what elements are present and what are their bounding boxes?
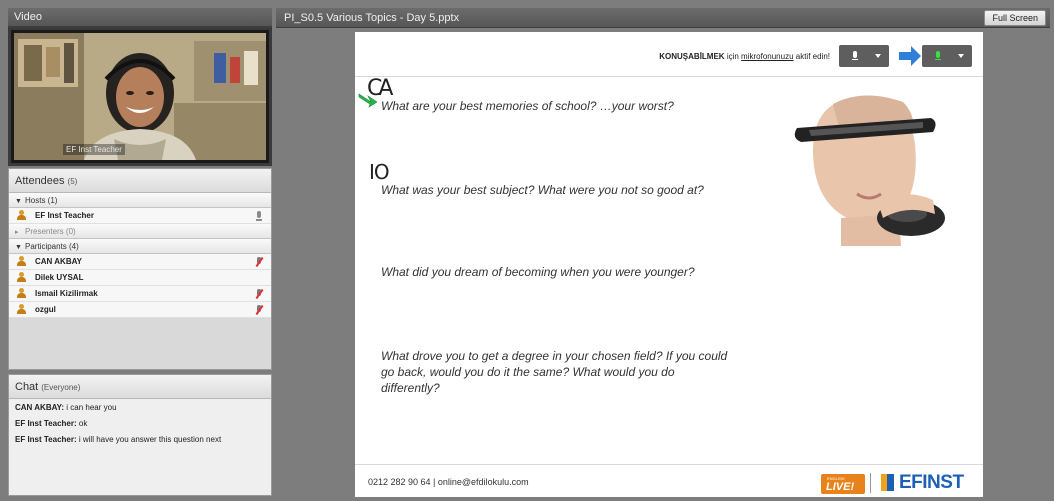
chat-title: Chat xyxy=(15,381,39,393)
question-4-line: go back, would you do it the same? What … xyxy=(381,365,675,379)
microphone-notice: KONUŞABİLMEK için mikrofonunuzu aktif ed… xyxy=(659,52,830,61)
hosts-group-label: Hosts (1) xyxy=(25,196,58,205)
person-icon xyxy=(17,256,26,266)
question-4-line: differently? xyxy=(381,381,440,395)
video-pod: Video EF Inst Teacher xyxy=(8,8,272,166)
live-badge-text: LIVE! xyxy=(826,481,855,493)
slide-question-1: What are your best memories of school? …… xyxy=(381,99,674,113)
handwritten-annotation: IO xyxy=(369,160,390,184)
slide-footer: 0212 282 90 64 | online@efdilokulu.com E… xyxy=(355,464,983,497)
collapsed-triangle-icon: ▸ xyxy=(15,229,19,236)
mic-muted-icon xyxy=(255,289,263,299)
efinst-logo-text: EFINST xyxy=(899,472,964,493)
chat-scope[interactable]: (Everyone) xyxy=(41,383,80,392)
chat-sender: CAN AKBAY: xyxy=(15,403,65,412)
presenters-group-header[interactable]: ▸ Presenters (0) xyxy=(9,224,271,239)
mic-muted-icon xyxy=(255,257,263,267)
webcam-image xyxy=(14,33,266,160)
person-icon xyxy=(17,272,26,282)
english-live-logo: ENGLISH LIVE! xyxy=(821,474,865,494)
share-pod-title: PI_S0.5 Various Topics - Day 5.pptx xyxy=(284,12,460,24)
chat-pod: Chat (Everyone) CAN AKBAY: i can hear you… xyxy=(8,374,272,496)
attendee-name: Dilek UYSAL xyxy=(35,273,84,282)
presenters-group-label: Presenters (0) xyxy=(25,227,76,236)
microphone-icon xyxy=(935,51,941,60)
attendees-pod: Attendees (5) ▼ Hosts (1) EF Inst Teacher … xyxy=(8,168,272,370)
share-pod-title-bar: PI_S0.5 Various Topics - Day 5.pptx Full… xyxy=(276,8,1050,28)
question-4-line: What drove you to get a degree in your c… xyxy=(381,349,728,363)
participants-group-label: Participants (4) xyxy=(25,242,79,251)
chat-text: ok xyxy=(76,419,88,428)
mic-off-illustration xyxy=(839,45,889,67)
slide-question-2: What was your best subject? What were yo… xyxy=(381,183,704,197)
hosts-group-header[interactable]: ▼ Hosts (1) xyxy=(9,193,271,208)
attendee-row[interactable]: Ismail Kizilirmak xyxy=(9,286,271,302)
attendee-row-host[interactable]: EF Inst Teacher xyxy=(9,208,271,224)
person-icon xyxy=(17,210,26,220)
video-pod-title: Video xyxy=(8,8,272,27)
attendees-count: (5) xyxy=(67,177,78,186)
attendee-row[interactable]: ozgul xyxy=(9,302,271,318)
mic-muted-icon xyxy=(255,305,263,315)
attendees-pod-title: Attendees (5) xyxy=(9,169,271,193)
presentation-slide: KONUŞABİLMEK için mikrofonunuzu aktif ed… xyxy=(355,32,983,497)
slide-header: KONUŞABİLMEK için mikrofonunuzu aktif ed… xyxy=(355,32,983,77)
attendees-title: Attendees xyxy=(15,175,65,187)
chat-text: i can hear you xyxy=(64,403,117,412)
microphone-icon xyxy=(255,211,263,221)
attendee-name: EF Inst Teacher xyxy=(35,211,94,220)
chat-text: i will have you answer this question nex… xyxy=(76,435,222,444)
notice-end: aktif edin! xyxy=(793,52,830,61)
chat-message: EF Inst Teacher: ok xyxy=(9,415,271,431)
participants-group-header[interactable]: ▼ Participants (4) xyxy=(9,239,271,254)
attendee-row[interactable]: CAN AKBAY xyxy=(9,254,271,270)
chat-sender: EF Inst Teacher: xyxy=(15,435,77,444)
person-icon xyxy=(17,288,26,298)
left-column: Video EF Inst Teacher Attendees (5) ▼ Ho… xyxy=(8,8,272,496)
mic-on-illustration xyxy=(922,45,972,67)
chat-message: EF Inst Teacher: i will have you answer … xyxy=(9,431,271,447)
efinst-logo-mark xyxy=(881,474,894,491)
dropdown-arrow-icon xyxy=(958,54,964,58)
person-icon xyxy=(17,304,26,314)
notice-bold: KONUŞABİLMEK xyxy=(659,52,725,61)
webcam-name-overlay: EF Inst Teacher xyxy=(63,144,125,155)
chat-pod-title: Chat (Everyone) xyxy=(9,375,271,399)
footer-divider xyxy=(870,473,871,493)
slide-question-4: What drove you to get a degree in your c… xyxy=(381,348,727,396)
chat-message: CAN AKBAY: i can hear you xyxy=(9,399,271,415)
dropdown-arrow-icon xyxy=(875,54,881,58)
video-frame[interactable]: EF Inst Teacher xyxy=(11,30,269,163)
expand-triangle-icon: ▼ xyxy=(15,244,22,251)
attendee-row[interactable]: Dilek UYSAL xyxy=(9,270,271,286)
attendee-name: CAN AKBAY xyxy=(35,257,82,266)
expand-triangle-icon: ▼ xyxy=(15,198,22,205)
slide-photo-woman-visor xyxy=(783,90,955,246)
contact-info: 0212 282 90 64 | online@efdilokulu.com xyxy=(368,477,529,487)
notice-underline: mikrofonunuzu xyxy=(741,52,794,61)
attendee-name: Ismail Kizilirmak xyxy=(35,289,98,298)
arrow-right-icon xyxy=(899,46,921,66)
microphone-icon xyxy=(852,51,858,60)
app-root: Video EF Inst Teacher Attendees (5) ▼ Ho… xyxy=(0,0,1054,501)
full-screen-button[interactable]: Full Screen xyxy=(984,10,1046,26)
attendee-name: ozgul xyxy=(35,305,56,314)
chat-sender: EF Inst Teacher: xyxy=(15,419,77,428)
slide-question-3: What did you dream of becoming when you … xyxy=(381,265,695,279)
notice-mid: için xyxy=(724,52,742,61)
